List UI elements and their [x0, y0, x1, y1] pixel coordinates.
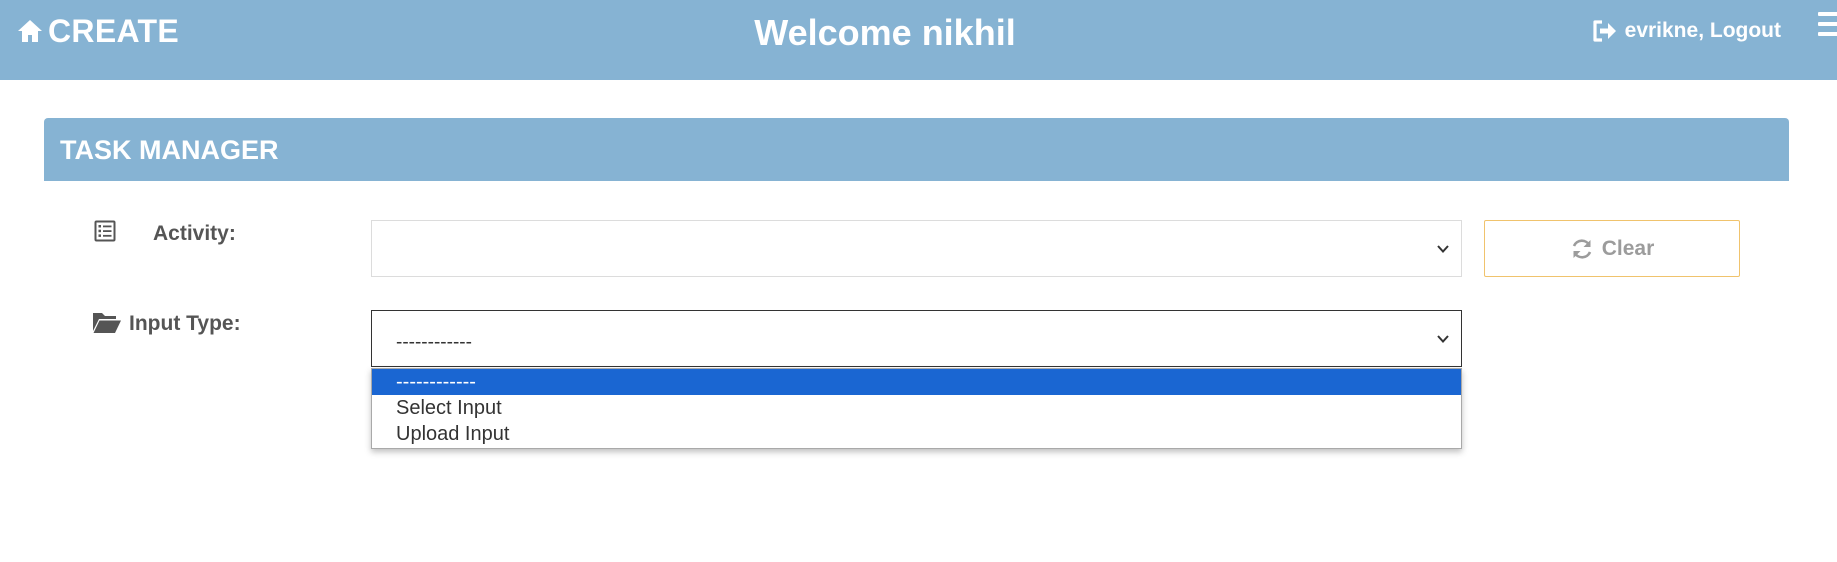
- top-navbar: CREATE Welcome nikhil evrikne, Logout: [0, 0, 1837, 80]
- panel-title: TASK MANAGER: [60, 135, 279, 165]
- activity-select[interactable]: [371, 220, 1462, 277]
- refresh-icon: [1572, 238, 1591, 259]
- dropdown-option-select-input[interactable]: Select Input: [372, 395, 1461, 421]
- input-type-select[interactable]: ------------: [371, 310, 1462, 367]
- dropdown-option-upload-input[interactable]: Upload Input: [372, 421, 1461, 447]
- clear-button-label: Clear: [1601, 236, 1655, 260]
- dropdown-option-placeholder[interactable]: ------------: [372, 369, 1461, 395]
- home-icon: [18, 20, 42, 42]
- panel-heading: TASK MANAGER: [44, 118, 1789, 181]
- clear-button[interactable]: Clear: [1484, 220, 1740, 277]
- input-type-dropdown-list: ------------ Select Input Upload Input: [371, 368, 1462, 449]
- logout-icon: [1593, 20, 1616, 42]
- welcome-heading: Welcome nikhil: [754, 12, 1016, 53]
- user-logout-text: evrikne, Logout: [1624, 19, 1781, 42]
- hamburger-menu-icon[interactable]: [1818, 12, 1837, 40]
- list-icon: [94, 220, 116, 242]
- activity-label: Activity:: [153, 222, 236, 245]
- open-folder-icon: [93, 313, 121, 333]
- logout-link[interactable]: evrikne, Logout: [1592, 16, 1781, 46]
- input-type-label: Input Type:: [129, 312, 241, 335]
- input-type-select-value: ------------: [396, 332, 472, 353]
- chevron-down-icon: [1437, 245, 1449, 253]
- chevron-down-icon: [1437, 335, 1449, 343]
- brand-link[interactable]: CREATE: [16, 13, 179, 49]
- brand-label: CREATE: [48, 12, 179, 49]
